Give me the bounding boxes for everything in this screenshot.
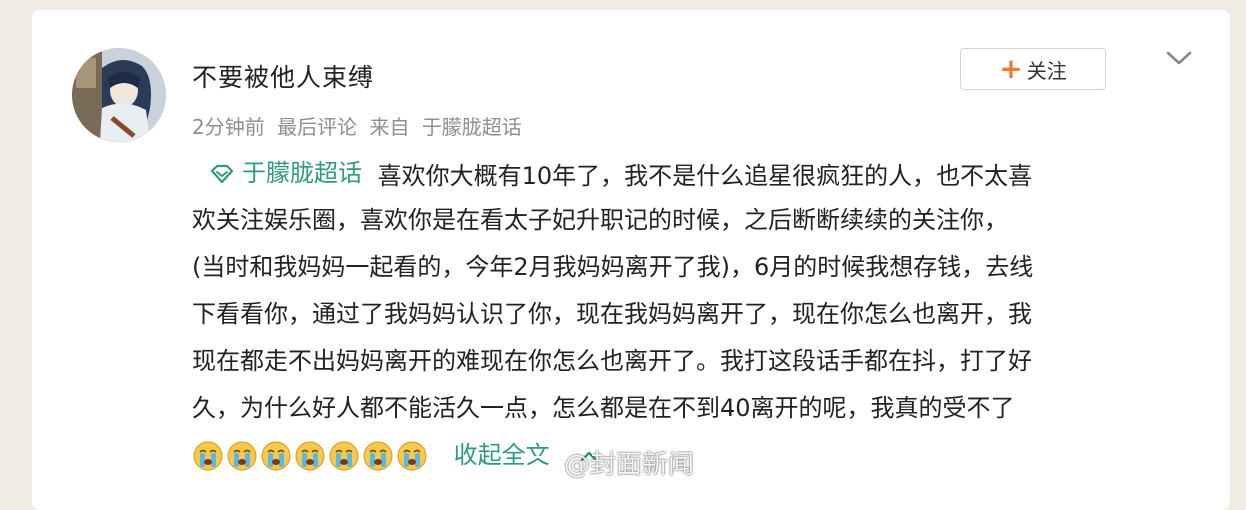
post-text: 下看看你，通过了我妈妈认识了你，现在我妈妈离开了，现在你怎么也离开，我 [192,300,1032,328]
post-text: 现在都走不出妈妈离开的难现在你怎么也离开了。我打这段话手都在抖，打了好 [192,347,1032,375]
watermark-text: @封面新闻 [564,450,695,480]
plus-icon: + [999,52,1023,85]
source-link[interactable]: 于朦胧超话 [422,115,522,139]
crying-face-emoji [363,441,393,471]
post-line: (当时和我妈妈一起看的，今年2月我妈妈离开了我)，6月的时候我想存钱，去线 [192,244,1202,291]
crying-face-emoji [227,441,257,471]
follow-button[interactable]: + 关注 [960,48,1106,90]
username[interactable]: 不要被他人束缚 [192,58,374,94]
emoji-row [192,440,428,472]
post-line: 欢关注娱乐圈，喜欢你是在看太子妃升职记的时候，之后断断续续的关注你， [192,197,1202,244]
post-card: 不要被他人束缚 2分钟前 最后评论 来自 于朦胧超话 + 关注 于朦胧超话 喜欢… [32,10,1230,510]
post-content: 于朦胧超话 喜欢你大概有10年了，我不是什么追星很疯狂的人，也不太喜 欢关注娱乐… [192,150,1202,479]
post-meta: 2分钟前 最后评论 来自 于朦胧超话 [192,111,528,140]
topic-link[interactable]: 于朦胧超话 [192,150,362,197]
crying-face-emoji [261,441,291,471]
follow-label: 关注 [1026,58,1067,83]
topic-label: 于朦胧超话 [242,159,362,187]
chevron-down-icon[interactable] [1164,46,1194,70]
crying-face-emoji [397,441,427,471]
crying-face-emoji [193,441,223,471]
post-line: 久，为什么好人都不能活久一点，怎么都是在不到40离开的呢，我真的受不了 [192,385,1202,432]
post-line: 下看看你，通过了我妈妈认识了你，现在我妈妈离开了，现在你怎么也离开，我 [192,291,1202,338]
source-prefix: 来自 [369,115,410,139]
weibo-logo-icon [524,451,557,476]
crying-face-emoji [329,441,359,471]
post-text: (当时和我妈妈一起看的，今年2月我妈妈离开了我)，6月的时候我想存钱，去线 [192,253,1034,281]
post-line-emojis: 收起全文 [192,432,1202,479]
post-time: 2分钟前 [192,115,265,139]
supertopic-diamond-icon [210,164,234,183]
watermark: @封面新闻 [524,444,694,481]
post-text: 久，为什么好人都不能活久一点，怎么都是在不到40离开的呢，我真的受不了 [192,394,1015,422]
last-comment-label: 最后评论 [277,115,358,139]
avatar[interactable] [72,48,166,142]
post-line: 现在都走不出妈妈离开的难现在你怎么也离开了。我打这段话手都在抖，打了好 [192,338,1202,385]
post-text: 欢关注娱乐圈，喜欢你是在看太子妃升职记的时候，之后断断续续的关注你， [192,206,1008,234]
post-text: 喜欢你大概有10年了，我不是什么追星很疯狂的人，也不太喜 [377,161,1033,190]
post-line: 于朦胧超话 喜欢你大概有10年了，我不是什么追星很疯狂的人，也不太喜 [192,150,1202,197]
crying-face-emoji [295,441,325,471]
